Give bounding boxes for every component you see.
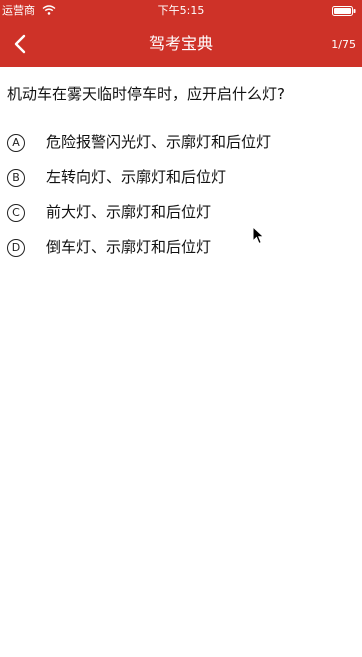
option-letter: C bbox=[7, 204, 25, 222]
option-b[interactable]: B 左转向灯、示廓灯和后位灯 bbox=[7, 167, 352, 191]
nav-bar: 驾考宝典 1/75 bbox=[0, 22, 362, 67]
status-time: 下午5:15 bbox=[157, 4, 205, 17]
option-text: 左转向灯、示廓灯和后位灯 bbox=[46, 168, 227, 186]
question-progress: 1/75 bbox=[331, 38, 356, 51]
option-text: 倒车灯、示廓灯和后位灯 bbox=[46, 238, 212, 256]
option-d[interactable]: D 倒车灯、示廓灯和后位灯 bbox=[7, 237, 352, 261]
app-screen: 运营商 下午5:15 驾考宝典 1/75 机动车在雾天临时停车时，应开启什么灯?… bbox=[0, 0, 362, 657]
option-letter: B bbox=[7, 169, 25, 187]
option-letter: D bbox=[7, 239, 25, 257]
status-bar: 运营商 下午5:15 bbox=[0, 0, 362, 22]
option-a[interactable]: A 危险报警闪光灯、示廓灯和后位灯 bbox=[7, 132, 352, 156]
option-letter: A bbox=[7, 134, 25, 152]
option-text: 危险报警闪光灯、示廓灯和后位灯 bbox=[46, 133, 272, 151]
option-text: 前大灯、示廓灯和后位灯 bbox=[46, 203, 212, 221]
page-title: 驾考宝典 bbox=[148, 34, 213, 53]
header: 运营商 下午5:15 驾考宝典 1/75 bbox=[0, 0, 362, 67]
mouse-pointer-icon bbox=[252, 226, 265, 245]
question-text: 机动车在雾天临时停车时，应开启什么灯? bbox=[7, 85, 285, 103]
battery-icon bbox=[332, 6, 356, 16]
option-c[interactable]: C 前大灯、示廓灯和后位灯 bbox=[7, 202, 352, 226]
